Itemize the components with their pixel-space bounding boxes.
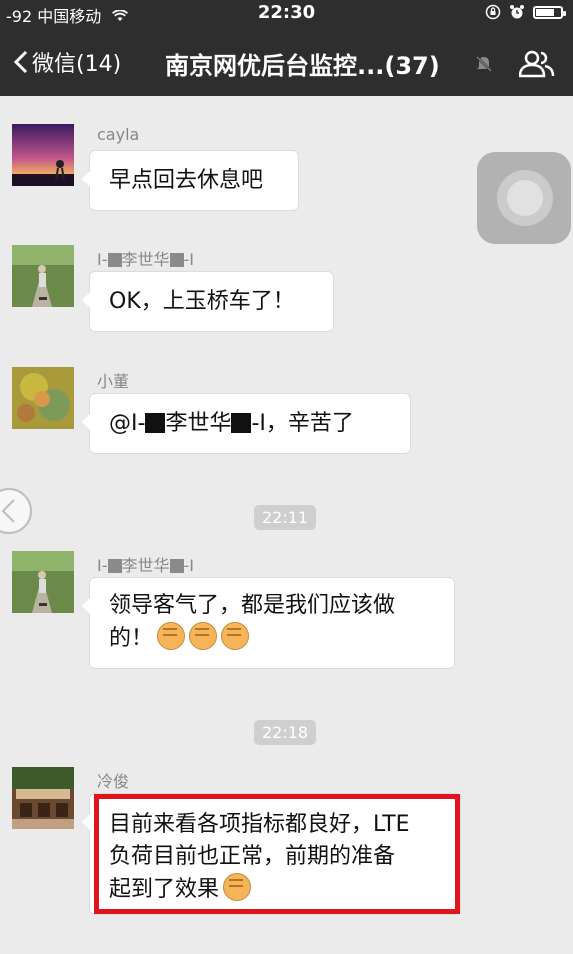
avatar-li-shihua[interactable] — [12, 245, 74, 307]
redaction-block — [107, 253, 122, 267]
timestamp: 22:18 — [254, 720, 317, 745]
orientation-lock-icon — [485, 4, 501, 20]
avatar-xiaodong[interactable] — [12, 367, 74, 429]
message-bubble[interactable]: @I- 李世华 -I，辛苦了 — [82, 393, 411, 454]
status-right — [485, 4, 566, 20]
redaction-block — [231, 413, 252, 433]
chat-title: 南京网优后台监控...(37) — [165, 52, 440, 80]
message-bubble[interactable]: OK，上玉桥车了！ — [82, 271, 334, 332]
top-bar: -92 中国移动 22:30 微信(14) 南京网优后台监控...(37) — [0, 0, 573, 96]
message-text: 早点回去休息吧 — [109, 168, 264, 193]
back-button[interactable]: 微信(14) — [12, 46, 121, 78]
mute-icon — [476, 56, 492, 72]
chevron-left-icon — [13, 50, 28, 74]
sender-name: 冷俊 — [97, 772, 130, 791]
redaction-block — [107, 559, 122, 573]
timestamp: 22:11 — [254, 505, 317, 530]
status-bar: -92 中国移动 22:30 — [0, 0, 573, 28]
group-members-icon[interactable] — [519, 50, 555, 78]
message-text-line: 的！ — [109, 622, 454, 655]
sender-name: cayla — [97, 125, 140, 144]
back-gesture-circle[interactable] — [0, 488, 32, 534]
fist-emoji-icon — [221, 622, 250, 650]
alarm-icon — [510, 5, 524, 19]
message-text: OK，上玉桥车了！ — [109, 289, 295, 314]
redaction-block — [145, 413, 166, 433]
sender-name: 小董 — [97, 372, 130, 391]
avatar-leng-jun[interactable] — [12, 767, 74, 829]
red-highlight-box — [94, 794, 460, 914]
redaction-block — [169, 253, 184, 267]
nav-bar: 微信(14) 南京网优后台监控...(37) — [0, 36, 573, 92]
battery-icon — [533, 5, 566, 19]
mention-text: @I- 李世华 -I，辛苦了 — [109, 411, 354, 436]
back-label: 微信(14) — [32, 52, 122, 77]
sender-name: I- 李世华 -I — [97, 250, 195, 269]
message-text: 领导客气了，都是我们应该做 — [109, 593, 396, 618]
message-bubble[interactable]: 领导客气了，都是我们应该做 的！ — [82, 577, 455, 669]
fist-emoji-icon — [189, 622, 218, 650]
fist-emoji-icon — [157, 622, 186, 650]
message-bubble[interactable]: 早点回去休息吧 — [82, 150, 299, 211]
chevron-left-icon — [1, 499, 15, 523]
avatar-li-shihua[interactable] — [12, 551, 74, 613]
sender-name: I- 李世华 -I — [97, 556, 195, 575]
assistive-touch-button[interactable] — [477, 152, 571, 244]
avatar-cayla[interactable] — [12, 124, 74, 186]
redaction-block — [169, 559, 184, 573]
